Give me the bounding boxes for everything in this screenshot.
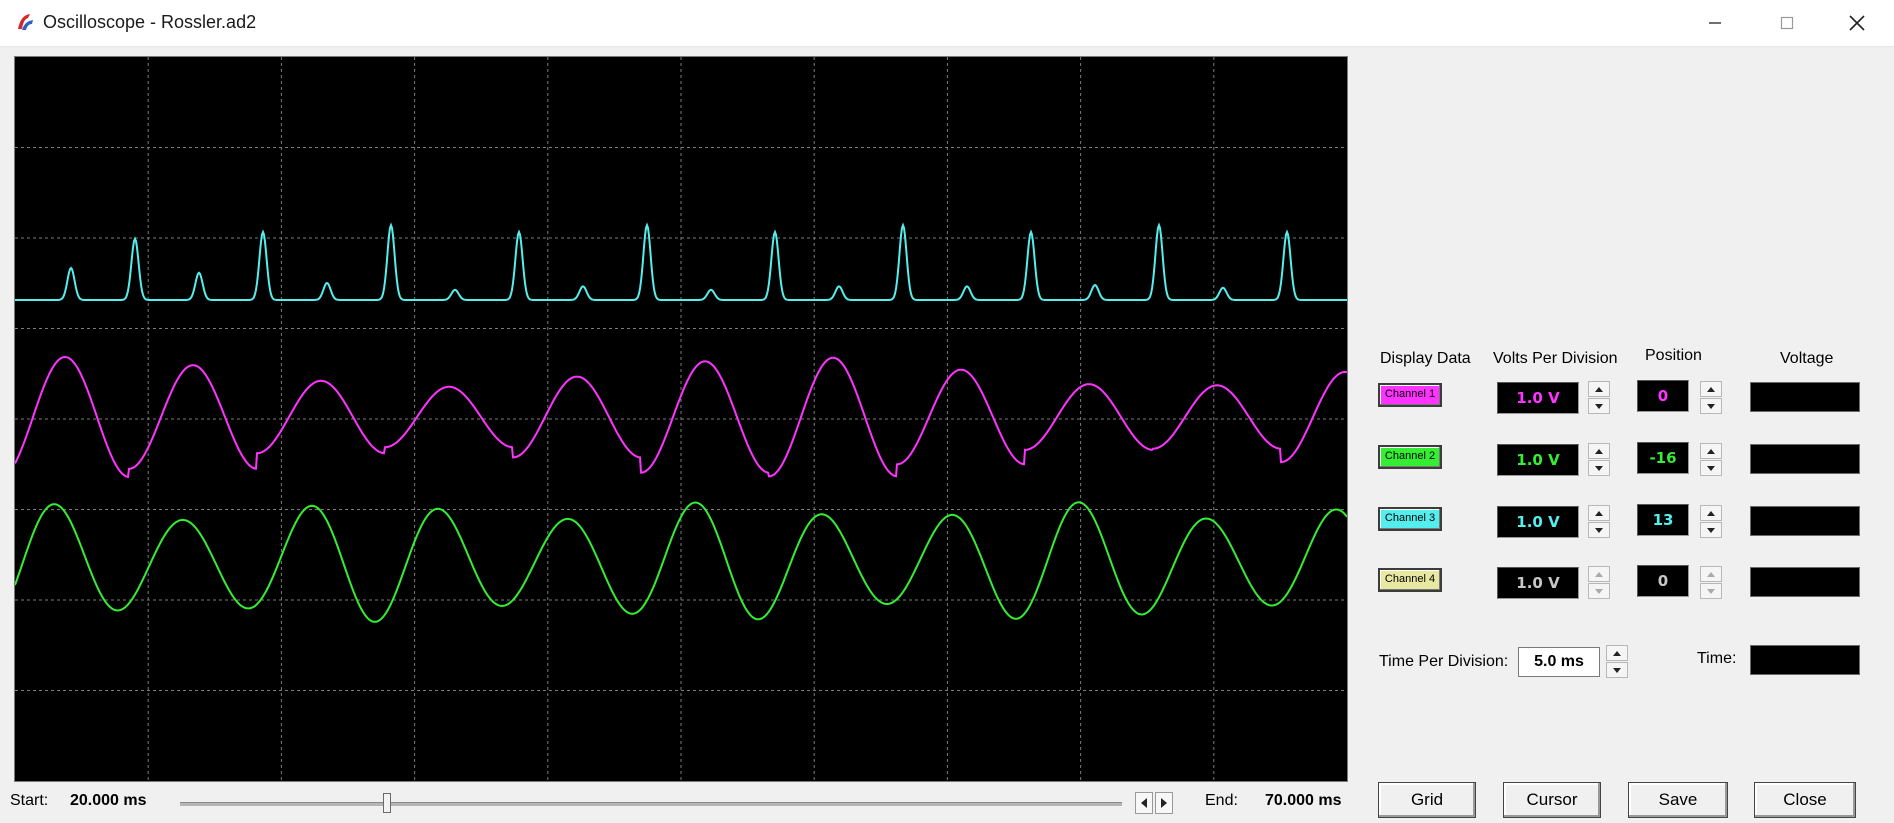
channel-3-volts-spinner[interactable]	[1588, 505, 1610, 539]
channel-1-position-value: 0	[1637, 380, 1689, 412]
time-per-division-label: Time Per Division:	[1379, 653, 1509, 670]
channel-1-voltage-readout	[1750, 382, 1860, 412]
title-bar: Oscilloscope - Rossler.ad2	[0, 0, 1894, 47]
channel-3-volts-value: 1.0 V	[1497, 506, 1579, 538]
window-title: Oscilloscope - Rossler.ad2	[43, 12, 257, 32]
time-slider-thumb[interactable]	[383, 793, 392, 813]
channel-1-position-spinner[interactable]	[1700, 381, 1722, 415]
volts-per-division-header: Volts Per Division	[1493, 350, 1618, 367]
time-per-division-spinner[interactable]	[1606, 645, 1628, 679]
channel-1-volts-down-button[interactable]	[1588, 398, 1610, 414]
arrow-down-icon	[1595, 527, 1603, 533]
arrow-down-icon	[1707, 403, 1715, 409]
scope-grid	[15, 57, 1347, 781]
save-button[interactable]: Save	[1628, 782, 1728, 818]
arrow-up-icon	[1595, 448, 1603, 454]
arrow-up-icon	[1595, 386, 1603, 392]
maximize-button[interactable]	[1752, 0, 1822, 46]
channel-4-voltage-readout	[1750, 567, 1860, 597]
channel-2-volts-spinner[interactable]	[1588, 443, 1610, 477]
arrow-down-icon	[1613, 667, 1621, 673]
start-value: 20.000 ms	[70, 792, 147, 809]
channel-3-button[interactable]: Channel 3	[1378, 507, 1442, 531]
maximize-icon	[1780, 16, 1794, 30]
arrow-right-icon	[1161, 798, 1167, 808]
channel-4-position-down-button[interactable]	[1700, 583, 1722, 599]
arrow-down-icon	[1595, 465, 1603, 471]
time-slider-track[interactable]	[180, 802, 1122, 806]
arrow-down-icon	[1595, 588, 1603, 594]
arrow-down-icon	[1595, 403, 1603, 409]
waveform-plot	[15, 57, 1347, 781]
time-per-division-value: 5.0 ms	[1518, 647, 1600, 677]
arrow-up-icon	[1707, 571, 1715, 577]
arrow-up-icon	[1707, 386, 1715, 392]
minimize-icon	[1709, 22, 1721, 24]
channel-3-position-down-button[interactable]	[1700, 522, 1722, 538]
arrow-down-icon	[1707, 588, 1715, 594]
time-up-button[interactable]	[1606, 645, 1628, 661]
scroll-right-button[interactable]	[1155, 792, 1173, 814]
channel-3-position-up-button[interactable]	[1700, 505, 1722, 521]
channel-2-volts-value: 1.0 V	[1497, 444, 1579, 476]
close-window-button[interactable]	[1822, 0, 1892, 46]
channel-4-volts-spinner[interactable]	[1588, 566, 1610, 600]
channel-1-trace	[15, 355, 1347, 479]
channel-4-volts-up-button[interactable]	[1588, 566, 1610, 582]
channel-1-position-down-button[interactable]	[1700, 398, 1722, 414]
channel-1-volts-up-button[interactable]	[1588, 381, 1610, 397]
arrow-up-icon	[1707, 448, 1715, 454]
arrow-down-icon	[1707, 465, 1715, 471]
channel-1-button[interactable]: Channel 1	[1378, 383, 1442, 407]
channel-3-position-value: 13	[1637, 504, 1689, 536]
channel-3-volts-down-button[interactable]	[1588, 522, 1610, 538]
arrow-up-icon	[1595, 510, 1603, 516]
voltage-header: Voltage	[1780, 350, 1834, 367]
arrow-down-icon	[1707, 527, 1715, 533]
channel-3-voltage-readout	[1750, 506, 1860, 536]
arrow-up-icon	[1707, 510, 1715, 516]
time-readout	[1750, 645, 1860, 675]
channel-2-volts-down-button[interactable]	[1588, 460, 1610, 476]
end-value: 70.000 ms	[1265, 792, 1342, 809]
scroll-left-button[interactable]	[1135, 792, 1153, 814]
channel-3-volts-up-button[interactable]	[1588, 505, 1610, 521]
channel-2-position-spinner[interactable]	[1700, 443, 1722, 477]
arrow-left-icon	[1141, 798, 1147, 808]
channel-1-position-up-button[interactable]	[1700, 381, 1722, 397]
channel-3-position-spinner[interactable]	[1700, 505, 1722, 539]
cursor-button[interactable]: Cursor	[1503, 782, 1601, 818]
channel-2-volts-up-button[interactable]	[1588, 443, 1610, 459]
channel-4-volts-down-button[interactable]	[1588, 583, 1610, 599]
arrow-up-icon	[1595, 571, 1603, 577]
channel-2-position-value: -16	[1637, 442, 1689, 474]
close-icon	[1849, 15, 1865, 31]
close-button[interactable]: Close	[1754, 782, 1856, 818]
time-down-button[interactable]	[1606, 662, 1628, 678]
channel-4-button[interactable]: Channel 4	[1378, 568, 1442, 592]
channel-2-position-down-button[interactable]	[1700, 460, 1722, 476]
arrow-up-icon	[1613, 650, 1621, 656]
channel-2-button[interactable]: Channel 2	[1378, 445, 1442, 469]
channel-1-volts-value: 1.0 V	[1497, 382, 1579, 414]
channel-2-voltage-readout	[1750, 444, 1860, 474]
channel-2-position-up-button[interactable]	[1700, 443, 1722, 459]
channel-4-volts-value: 1.0 V	[1497, 567, 1579, 599]
app-logo-icon	[18, 14, 33, 30]
channel-4-position-spinner[interactable]	[1700, 566, 1722, 600]
time-label: Time:	[1697, 650, 1737, 667]
oscilloscope-screen[interactable]	[14, 56, 1348, 782]
channel-1-volts-spinner[interactable]	[1588, 381, 1610, 415]
start-label: Start:	[10, 792, 49, 809]
channel-4-position-value: 0	[1637, 565, 1689, 597]
display-data-header: Display Data	[1380, 350, 1471, 367]
end-label: End:	[1205, 792, 1238, 809]
grid-button[interactable]: Grid	[1378, 782, 1476, 818]
position-header: Position	[1645, 347, 1702, 364]
minimize-button[interactable]	[1680, 0, 1750, 46]
channel-4-position-up-button[interactable]	[1700, 566, 1722, 582]
